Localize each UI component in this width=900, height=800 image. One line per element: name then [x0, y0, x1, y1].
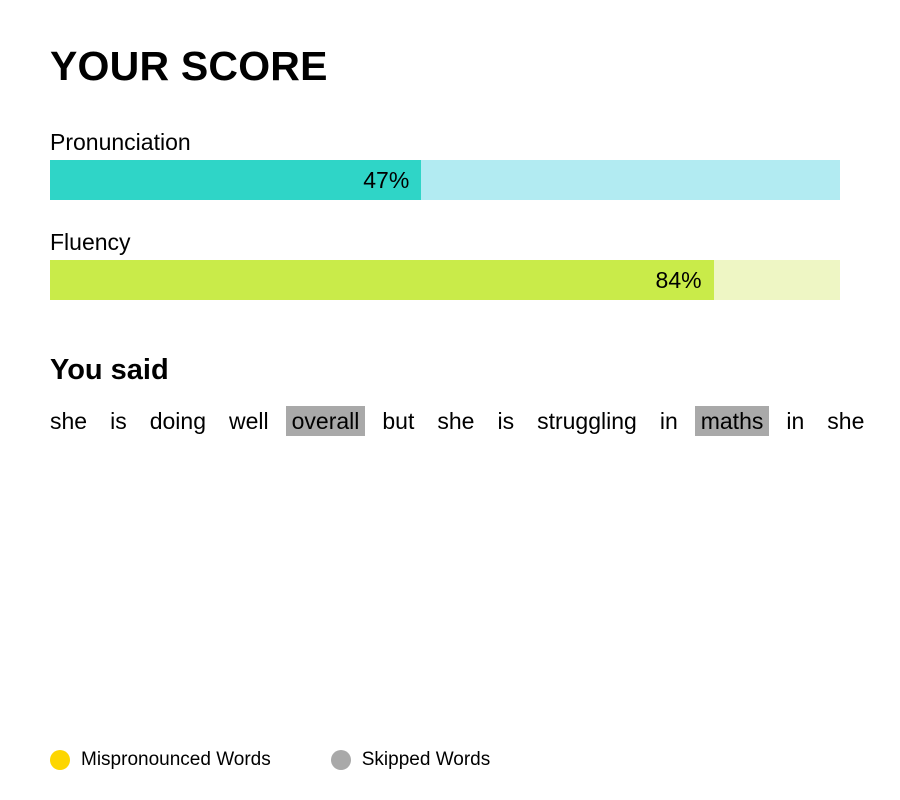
- pronunciation-score-value: 47%: [363, 167, 410, 193]
- fluency-score-bar: 84%: [50, 260, 840, 300]
- legend-item-skipped: Skipped Words: [330, 748, 491, 772]
- transcript-word: she: [437, 408, 475, 434]
- transcript-word-skipped: overall: [285, 406, 366, 436]
- legend-item-mispronounced: Mispronounced Words: [50, 748, 271, 772]
- transcript-word: doing: [149, 408, 206, 434]
- page-title: YOUR SCORE: [50, 43, 328, 89]
- transcript-word-skipped: maths: [694, 406, 770, 436]
- transcript-word: struggling: [537, 408, 637, 434]
- gray-dot-icon: [330, 750, 351, 770]
- transcript-word: she: [827, 408, 865, 434]
- transcript: she is doing well overall but she is str…: [50, 405, 881, 437]
- fluency-score-value: 84%: [655, 267, 702, 293]
- fluency-score-fill: 84%: [50, 260, 714, 300]
- transcript-word: but: [382, 408, 415, 434]
- transcript-word: is: [110, 408, 127, 434]
- transcript-word: she: [50, 408, 88, 434]
- transcript-word: in: [786, 408, 805, 434]
- pronunciation-score-fill: 47%: [50, 160, 422, 200]
- transcript-word: in: [659, 408, 678, 434]
- fluency-label: Fluency: [50, 229, 131, 255]
- yellow-dot-icon: [50, 750, 70, 770]
- legend: Mispronounced Words Skipped Words: [50, 748, 550, 772]
- transcript-word: is: [497, 408, 515, 434]
- transcript-word: well: [229, 408, 269, 434]
- legend-label-skipped: Skipped Words: [361, 749, 491, 770]
- you-said-heading: You said: [50, 354, 169, 386]
- pronunciation-label: Pronunciation: [50, 129, 191, 155]
- pronunciation-score-bar: 47%: [50, 160, 840, 200]
- legend-label-mispronounced: Mispronounced Words: [81, 749, 271, 770]
